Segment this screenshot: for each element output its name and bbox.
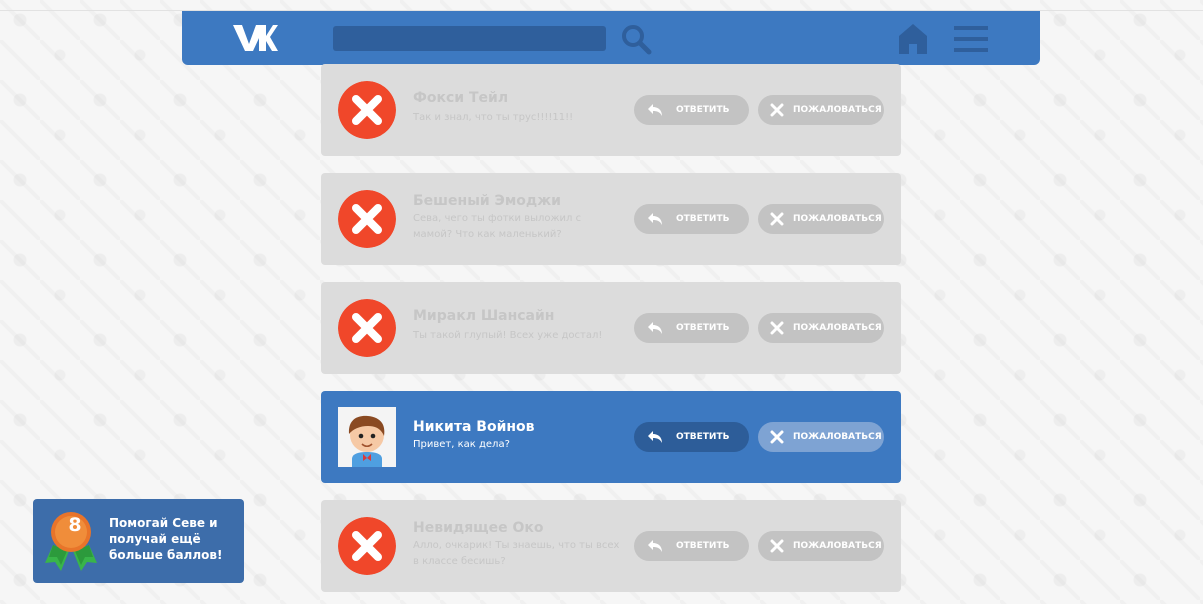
report-label: ПОЖАЛОВАТЬСЯ	[793, 323, 882, 333]
reply-arrow-icon	[648, 213, 662, 225]
report-label: ПОЖАЛОВАТЬСЯ	[793, 105, 882, 115]
reply-arrow-icon	[648, 104, 662, 116]
report-button[interactable]: ПОЖАЛОВАТЬСЯ	[758, 531, 884, 561]
reply-label: ОТВЕТИТЬ	[676, 214, 730, 224]
message-card: Миракл Шансайн Ты такой глупый! Всех уже…	[321, 282, 901, 374]
message-text: Привет, как дела?	[413, 439, 510, 450]
report-label: ПОЖАЛОВАТЬСЯ	[793, 541, 882, 551]
reply-arrow-icon	[648, 431, 662, 443]
message-card: Невидящее Око Алло, очкарик! Ты знаешь, …	[321, 500, 901, 592]
reply-button[interactable]: ОТВЕТИТЬ	[634, 313, 749, 343]
reply-button[interactable]: ОТВЕТИТЬ	[634, 204, 749, 234]
top-navigation-bar	[182, 11, 1040, 65]
reply-label: ОТВЕТИТЬ	[676, 432, 730, 442]
search-input[interactable]	[333, 26, 606, 51]
reply-label: ОТВЕТИТЬ	[676, 105, 730, 115]
report-button[interactable]: ПОЖАЛОВАТЬСЯ	[758, 313, 884, 343]
message-text: Сева, чего ты фотки выложил с мамой? Что…	[413, 213, 582, 240]
sender-name[interactable]: Бешеный Эмоджи	[413, 193, 561, 209]
reply-label: ОТВЕТИТЬ	[676, 541, 730, 551]
close-x-icon	[770, 321, 784, 335]
vk-logo[interactable]	[232, 23, 278, 53]
home-icon[interactable]	[898, 23, 928, 55]
reply-label: ОТВЕТИТЬ	[676, 323, 730, 333]
sender-name[interactable]: Никита Войнов	[413, 419, 535, 435]
reply-button[interactable]: ОТВЕТИТЬ	[634, 422, 749, 452]
score-value: 8	[68, 514, 82, 536]
sender-name[interactable]: Невидящее Око	[413, 520, 544, 536]
report-button[interactable]: ПОЖАЛОВАТЬСЯ	[758, 204, 884, 234]
report-button[interactable]: ПОЖАЛОВАТЬСЯ	[758, 422, 884, 452]
message-card: Бешеный Эмоджи Сева, чего ты фотки вылож…	[321, 173, 901, 265]
report-label: ПОЖАЛОВАТЬСЯ	[793, 432, 882, 442]
close-x-icon	[770, 539, 784, 553]
close-x-icon	[770, 103, 784, 117]
close-x-icon	[770, 430, 784, 444]
report-label: ПОЖАЛОВАТЬСЯ	[793, 214, 882, 224]
message-text: Ты такой глупый! Всех уже достал!	[413, 330, 603, 341]
reply-button[interactable]: ОТВЕТИТЬ	[634, 95, 749, 125]
report-button[interactable]: ПОЖАЛОВАТЬСЯ	[758, 95, 884, 125]
close-x-icon	[770, 212, 784, 226]
user-avatar[interactable]	[338, 407, 396, 467]
reply-arrow-icon	[648, 540, 662, 552]
blocked-avatar-icon	[338, 190, 396, 248]
blocked-avatar-icon	[338, 81, 396, 139]
reply-arrow-icon	[648, 322, 662, 334]
sender-name[interactable]: Миракл Шансайн	[413, 308, 554, 324]
blocked-avatar-icon	[338, 299, 396, 357]
sender-name[interactable]: Фокси Тейл	[413, 90, 508, 106]
promo-text: Помогай Севе и получай ещё больше баллов…	[109, 516, 223, 562]
reply-button[interactable]: ОТВЕТИТЬ	[634, 531, 749, 561]
search-icon[interactable]	[620, 23, 652, 55]
message-card-active: Никита Войнов Привет, как дела? ОТВЕТИТЬ…	[321, 391, 901, 483]
blocked-avatar-icon	[338, 517, 396, 575]
menu-icon[interactable]	[953, 24, 989, 54]
score-promo-panel[interactable]: 8 Помогай Севе и получай ещё больше балл…	[33, 499, 244, 583]
message-card: Фокси Тейл Так и знал, что ты трус!!!!11…	[321, 64, 901, 156]
message-text: Алло, очкарик! Ты знаешь, что ты всех в …	[413, 540, 620, 567]
message-text: Так и знал, что ты трус!!!!11!!	[413, 112, 574, 123]
